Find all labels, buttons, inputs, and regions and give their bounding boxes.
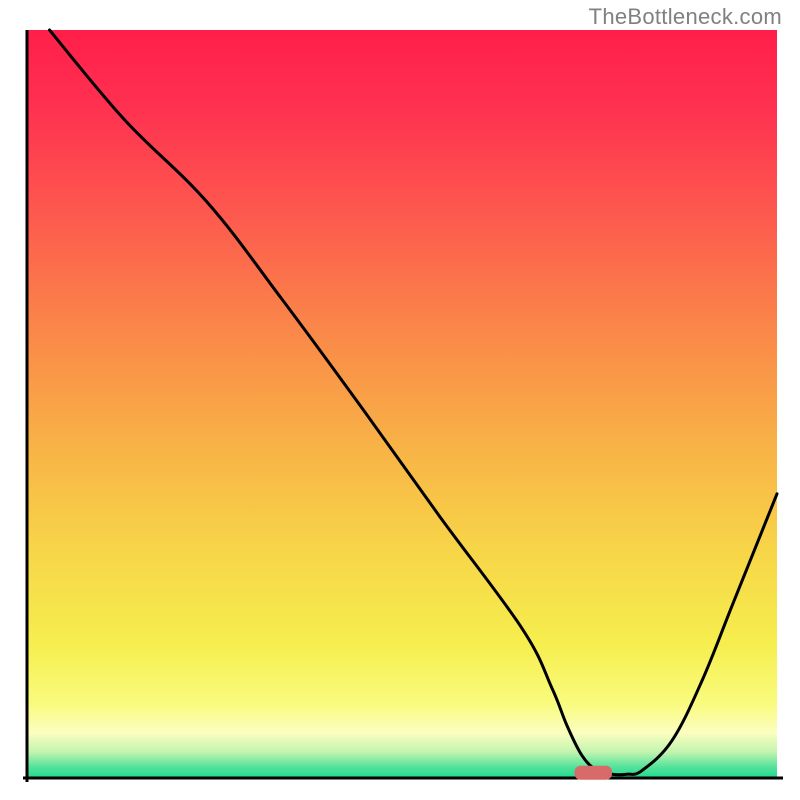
plot-background <box>27 30 777 778</box>
optimal-marker <box>575 766 613 780</box>
watermark-text: TheBottleneck.com <box>589 4 782 30</box>
chart-svg <box>0 0 800 800</box>
bottleneck-chart: TheBottleneck.com <box>0 0 800 800</box>
